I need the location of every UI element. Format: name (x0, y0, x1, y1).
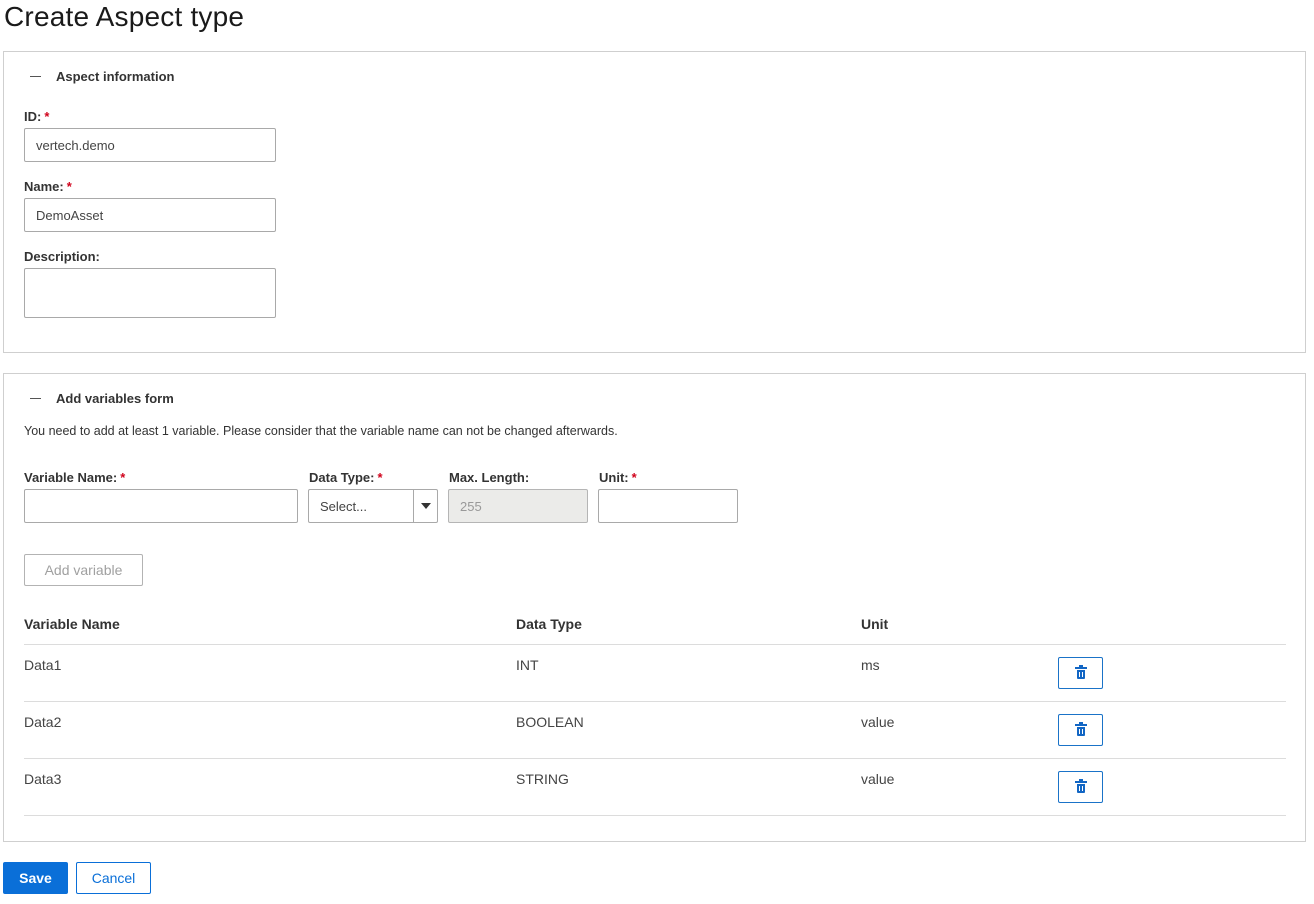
max-length-input (448, 489, 588, 523)
page-title: Create Aspect type (4, 1, 245, 32)
trash-icon (1074, 779, 1087, 793)
data-type-selected-value: Select... (320, 498, 367, 514)
trash-icon (1074, 665, 1087, 679)
add-variable-button[interactable]: Add variable (24, 554, 143, 586)
trash-icon (1074, 722, 1087, 736)
unit-label: Unit: * (599, 470, 637, 485)
name-input[interactable] (24, 198, 276, 232)
description-label: Description: (24, 249, 100, 264)
table-divider (24, 644, 1286, 645)
unit-label-text: Unit: (599, 470, 629, 485)
add-variables-header[interactable]: Add variables form (28, 391, 174, 406)
delete-row-button[interactable] (1058, 714, 1103, 746)
data-type-select[interactable]: Select... (308, 489, 438, 523)
aspect-information-title: Aspect information (56, 69, 175, 84)
table-divider (24, 758, 1286, 759)
chevron-down-icon[interactable] (413, 490, 437, 522)
row-variable-name: Data3 (24, 771, 62, 787)
add-variables-title: Add variables form (56, 391, 174, 406)
unit-input[interactable] (598, 489, 738, 523)
id-label: ID: * (24, 109, 49, 124)
collapse-icon[interactable] (30, 76, 41, 77)
required-marker: * (44, 109, 50, 124)
name-label: Name: * (24, 179, 72, 194)
data-type-label-text: Data Type: (309, 470, 375, 485)
variable-name-label: Variable Name: * (24, 470, 125, 485)
required-marker: * (377, 470, 383, 485)
data-type-label: Data Type: * (309, 470, 383, 485)
row-unit: value (861, 714, 895, 730)
row-unit: ms (861, 657, 880, 673)
required-marker: * (120, 470, 126, 485)
table-divider (24, 701, 1286, 702)
column-header-variable-name: Variable Name (24, 616, 120, 632)
row-data-type: BOOLEAN (516, 714, 584, 730)
variable-name-label-text: Variable Name: (24, 470, 118, 485)
save-button[interactable]: Save (3, 862, 68, 894)
delete-row-button[interactable] (1058, 657, 1103, 689)
row-variable-name: Data1 (24, 657, 62, 673)
row-data-type: STRING (516, 771, 569, 787)
table-divider (24, 815, 1286, 816)
column-header-unit: Unit (861, 616, 889, 632)
delete-row-button[interactable] (1058, 771, 1103, 803)
row-variable-name: Data2 (24, 714, 62, 730)
row-data-type: INT (516, 657, 539, 673)
description-textarea[interactable] (24, 268, 276, 318)
variable-name-input[interactable] (24, 489, 298, 523)
aspect-information-header[interactable]: Aspect information (28, 69, 174, 84)
id-label-text: ID: (24, 109, 42, 124)
name-label-text: Name: (24, 179, 64, 194)
max-length-label: Max. Length: (449, 470, 530, 485)
required-marker: * (631, 470, 637, 485)
variables-hint: You need to add at least 1 variable. Ple… (24, 424, 618, 438)
required-marker: * (66, 179, 72, 194)
cancel-button[interactable]: Cancel (76, 862, 151, 894)
collapse-icon[interactable] (30, 398, 41, 399)
add-variables-panel: Add variables form You need to add at le… (3, 373, 1306, 842)
aspect-information-panel: Aspect information ID:* Name:* Descripti… (3, 51, 1306, 353)
row-unit: value (861, 771, 895, 787)
id-input[interactable] (24, 128, 276, 162)
column-header-data-type: Data Type (516, 616, 582, 632)
